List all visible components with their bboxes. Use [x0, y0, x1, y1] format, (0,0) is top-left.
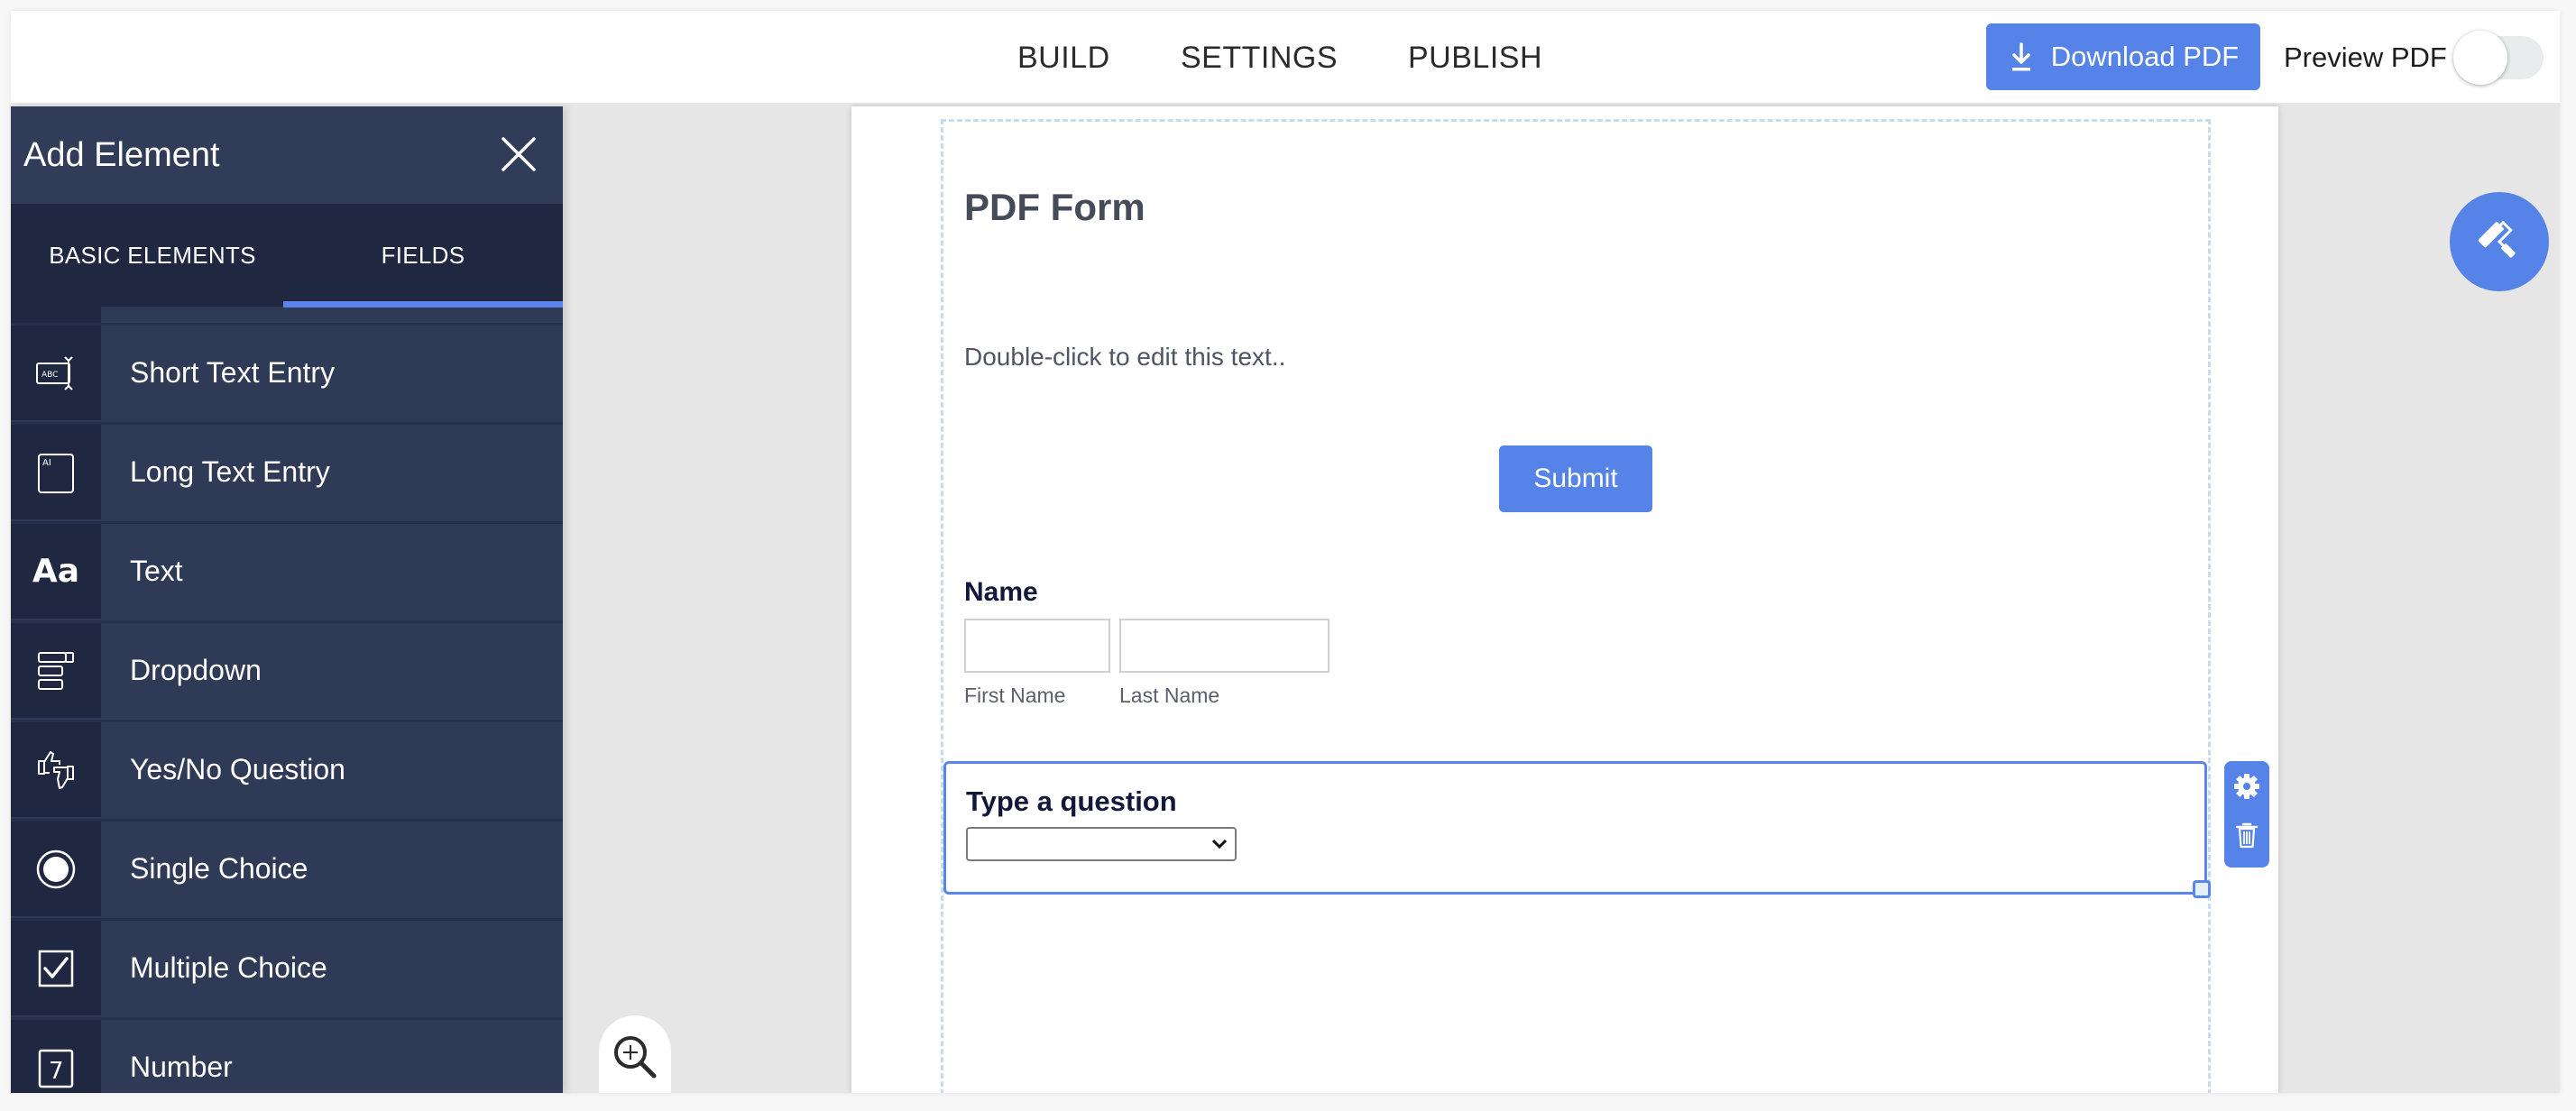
field-short-text-entry[interactable]: ABC Short Text Entry	[11, 323, 563, 420]
paint-roller-icon	[2478, 220, 2516, 258]
gear-icon[interactable]	[2232, 772, 2261, 801]
question-label[interactable]: Type a question	[966, 785, 1177, 818]
field-label: Dropdown	[130, 654, 262, 686]
field-single-choice[interactable]: Single Choice	[11, 819, 563, 916]
field-dropdown[interactable]: Dropdown	[11, 620, 563, 718]
thumbs-up-down-icon	[38, 750, 74, 789]
panel-tabs: BASIC ELEMENTS FIELDS	[11, 204, 563, 308]
nav-publish[interactable]: PUBLISH	[1408, 11, 1542, 105]
app-window: BUILD SETTINGS PUBLISH Download PDF Prev…	[11, 11, 2560, 1093]
text-icon: Aa	[32, 553, 80, 590]
download-pdf-label: Download PDF	[2050, 41, 2240, 72]
trash-icon[interactable]	[2232, 821, 2261, 849]
resize-handle[interactable]	[2193, 880, 2211, 898]
selected-question-field[interactable]: Type a question	[943, 761, 2207, 895]
download-icon	[2011, 42, 2030, 71]
dropdown-icon	[38, 651, 74, 690]
field-toolbar	[2224, 761, 2269, 868]
field-label: Yes/No Question	[130, 753, 345, 785]
name-field-label: Name	[964, 577, 1038, 607]
form-canvas: PDF Form Double-click to edit this text.…	[851, 106, 2278, 1093]
field-label: Multiple Choice	[130, 951, 327, 984]
preview-pdf-toggle[interactable]	[2453, 31, 2544, 85]
form-drop-area	[941, 119, 2211, 1093]
svg-text:AI: AI	[42, 458, 51, 468]
close-icon[interactable]	[498, 133, 539, 175]
submit-button[interactable]: Submit	[1499, 445, 1652, 512]
first-name-input[interactable]	[964, 619, 1110, 673]
chevron-down-icon	[1211, 839, 1228, 849]
nav-settings[interactable]: SETTINGS	[1181, 11, 1338, 105]
field-label: Single Choice	[130, 852, 308, 885]
form-paragraph[interactable]: Double-click to edit this text..	[964, 343, 1285, 372]
toggle-knob	[2453, 31, 2507, 85]
long-text-icon: AI	[38, 453, 74, 493]
tab-basic-elements[interactable]: BASIC ELEMENTS	[11, 204, 294, 307]
field-label: Long Text Entry	[130, 455, 330, 488]
field-label: Number	[130, 1051, 233, 1083]
form-title[interactable]: PDF Form	[964, 186, 1145, 229]
panel-header: Add Element	[11, 106, 563, 204]
zoom-in-button[interactable]	[599, 1015, 671, 1093]
field-label: Short Text Entry	[130, 356, 336, 389]
radio-icon	[36, 849, 76, 888]
preview-pdf-label: Preview PDF	[2284, 41, 2447, 73]
question-dropdown[interactable]	[966, 827, 1237, 861]
svg-text:7: 7	[49, 1058, 64, 1085]
field-multiple-choice[interactable]: Multiple Choice	[11, 918, 563, 1015]
field-yes-no-question[interactable]: Yes/No Question	[11, 720, 563, 817]
add-element-panel: Add Element BASIC ELEMENTS FIELDS ABC Sh…	[11, 106, 563, 1093]
zoom-in-icon	[614, 1036, 657, 1079]
nav-build[interactable]: BUILD	[1017, 11, 1110, 105]
field-label: Text	[130, 555, 183, 587]
field-text[interactable]: Aa Text	[11, 521, 563, 619]
last-name-sublabel: Last Name	[1119, 684, 1220, 707]
last-name-input[interactable]	[1119, 619, 1329, 673]
short-text-icon: ABC	[36, 355, 73, 390]
list-item-partial	[11, 307, 563, 323]
top-bar: BUILD SETTINGS PUBLISH Download PDF Prev…	[11, 11, 2560, 105]
field-long-text-entry[interactable]: AI Long Text Entry	[11, 422, 563, 519]
svg-text:ABC: ABC	[41, 371, 58, 380]
panel-title: Add Element	[23, 136, 220, 174]
checkbox-icon	[38, 950, 74, 987]
download-pdf-button[interactable]: Download PDF	[1986, 23, 2260, 90]
fields-list[interactable]: ABC Short Text Entry AI Long Text Entry	[11, 307, 563, 1093]
field-number[interactable]: 7 Number	[11, 1017, 563, 1093]
tab-fields[interactable]: FIELDS	[283, 204, 563, 307]
theme-designer-button[interactable]	[2450, 192, 2549, 291]
number-icon: 7	[38, 1049, 74, 1088]
first-name-sublabel: First Name	[964, 684, 1066, 707]
